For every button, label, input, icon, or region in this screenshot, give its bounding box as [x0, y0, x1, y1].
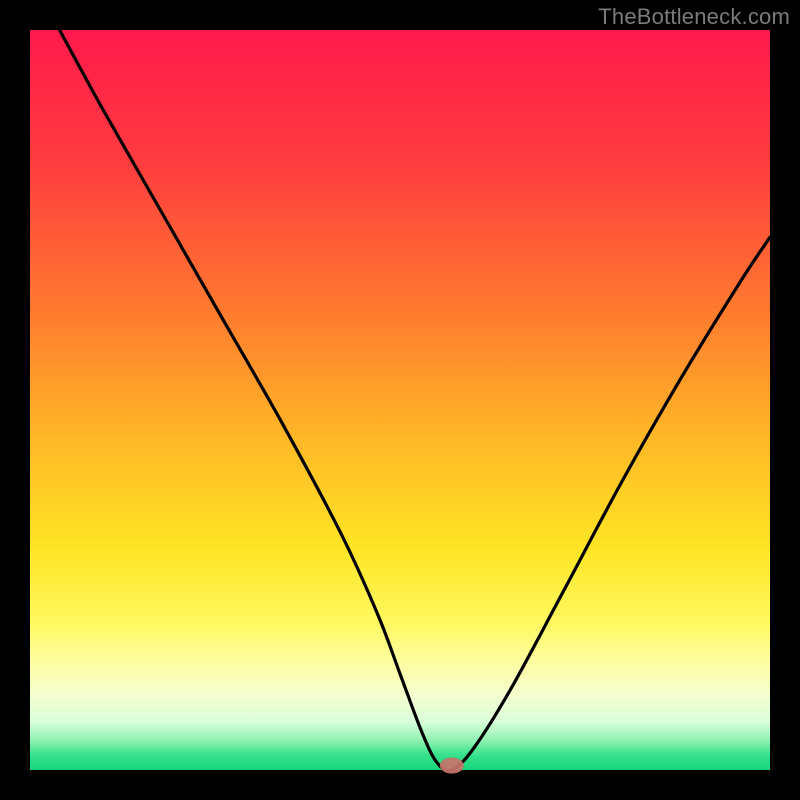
plot-background: [30, 30, 770, 770]
bottleneck-chart: [0, 0, 800, 800]
watermark-text: TheBottleneck.com: [598, 4, 790, 30]
optimal-marker: [440, 758, 464, 774]
chart-frame: TheBottleneck.com: [0, 0, 800, 800]
